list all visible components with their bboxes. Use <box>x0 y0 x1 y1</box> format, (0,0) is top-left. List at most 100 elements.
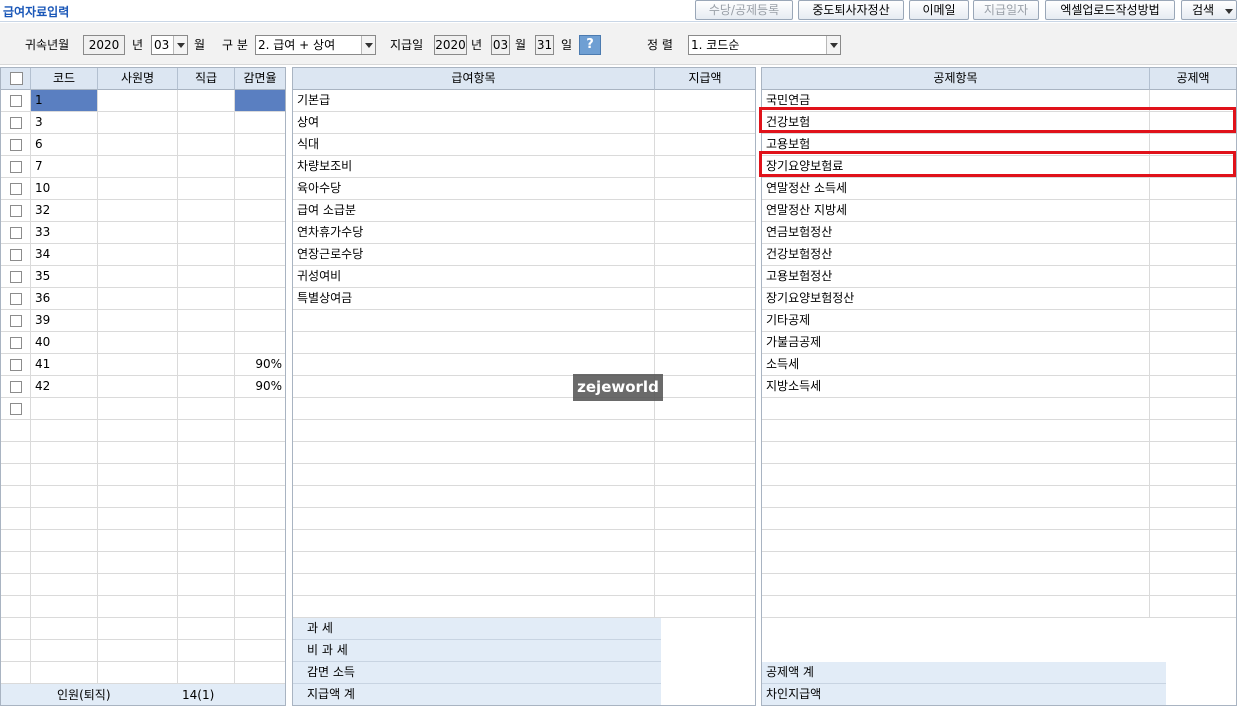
employee-reduction-rate[interactable] <box>235 464 285 486</box>
row-checkbox[interactable] <box>10 293 22 305</box>
employee-rank[interactable] <box>178 156 235 178</box>
row-checkbox[interactable] <box>10 337 22 349</box>
employee-reduction-rate[interactable]: 90% <box>235 376 285 398</box>
row-checkbox[interactable] <box>10 205 22 217</box>
employee-name[interactable] <box>98 596 178 618</box>
employee-rank[interactable] <box>178 596 235 618</box>
employee-name[interactable] <box>98 618 178 640</box>
employee-rank[interactable] <box>178 134 235 156</box>
employee-rank[interactable] <box>178 530 235 552</box>
row-checkbox[interactable] <box>10 381 22 393</box>
employee-rank[interactable] <box>178 200 235 222</box>
employee-name[interactable] <box>98 574 178 596</box>
employee-reduction-rate[interactable]: 90% <box>235 354 285 376</box>
employee-name[interactable] <box>98 530 178 552</box>
employee-reduction-rate[interactable] <box>235 574 285 596</box>
toolbar-button[interactable]: 지급일자 <box>973 0 1039 20</box>
deduction-amount-cell[interactable] <box>1150 244 1236 266</box>
employee-name[interactable] <box>98 508 178 530</box>
select-all-checkbox[interactable] <box>10 72 23 85</box>
employee-code[interactable]: 42 <box>31 376 98 398</box>
employee-code[interactable] <box>31 398 98 420</box>
employee-rank[interactable] <box>178 420 235 442</box>
employee-rank[interactable] <box>178 662 235 684</box>
pay-amount-cell[interactable] <box>655 574 755 596</box>
pay-amount-cell[interactable] <box>655 376 755 398</box>
employee-rank[interactable] <box>178 398 235 420</box>
pay-amount-cell[interactable] <box>655 464 755 486</box>
deduction-amount-cell[interactable] <box>1150 332 1236 354</box>
deduction-amount-cell[interactable] <box>1150 310 1236 332</box>
toolbar-button[interactable]: 중도퇴사자정산 <box>798 0 904 20</box>
employee-name[interactable] <box>98 266 178 288</box>
pay-amount-cell[interactable] <box>655 134 755 156</box>
employee-name[interactable] <box>98 200 178 222</box>
employee-rank[interactable] <box>178 266 235 288</box>
employee-code[interactable]: 7 <box>31 156 98 178</box>
row-checkbox[interactable] <box>10 403 22 415</box>
employee-rank[interactable] <box>178 618 235 640</box>
employee-rank[interactable] <box>178 486 235 508</box>
pay-amount-cell[interactable] <box>655 178 755 200</box>
deduction-amount-cell[interactable] <box>1150 178 1236 200</box>
deduction-amount-cell[interactable] <box>1150 486 1236 508</box>
help-button[interactable]: ? <box>579 35 601 55</box>
pay-year-field[interactable]: 2020 <box>434 35 467 55</box>
pay-amount-cell[interactable] <box>655 552 755 574</box>
deduction-amount-cell[interactable] <box>1150 530 1236 552</box>
employee-rank[interactable] <box>178 464 235 486</box>
employee-code[interactable] <box>31 530 98 552</box>
row-checkbox[interactable] <box>10 359 22 371</box>
employee-reduction-rate[interactable] <box>235 222 285 244</box>
pay-amount-cell[interactable] <box>655 288 755 310</box>
deduction-amount-cell[interactable] <box>1150 574 1236 596</box>
employee-reduction-rate[interactable] <box>235 662 285 684</box>
pay-amount-cell[interactable] <box>655 310 755 332</box>
employee-reduction-rate[interactable] <box>235 266 285 288</box>
employee-code[interactable] <box>31 552 98 574</box>
employee-code[interactable]: 36 <box>31 288 98 310</box>
pay-amount-cell[interactable] <box>655 486 755 508</box>
employee-name[interactable] <box>98 156 178 178</box>
employee-code[interactable]: 40 <box>31 332 98 354</box>
employee-rank[interactable] <box>178 332 235 354</box>
row-checkbox[interactable] <box>10 161 22 173</box>
pay-amount-cell[interactable] <box>655 508 755 530</box>
employee-code[interactable]: 1 <box>31 90 98 112</box>
employee-reduction-rate[interactable] <box>235 508 285 530</box>
deduction-amount-cell[interactable] <box>1150 398 1236 420</box>
pay-amount-cell[interactable] <box>655 420 755 442</box>
sort-select[interactable]: 1. 코드순 <box>688 35 841 55</box>
row-checkbox[interactable] <box>10 315 22 327</box>
employee-name[interactable] <box>98 288 178 310</box>
pay-amount-cell[interactable] <box>655 354 755 376</box>
employee-code[interactable]: 10 <box>31 178 98 200</box>
employee-name[interactable] <box>98 244 178 266</box>
pay-amount-cell[interactable] <box>655 398 755 420</box>
deduction-amount-cell[interactable] <box>1150 288 1236 310</box>
employee-name[interactable] <box>98 486 178 508</box>
deduction-amount-cell[interactable] <box>1150 508 1236 530</box>
employee-code[interactable] <box>31 508 98 530</box>
employee-reduction-rate[interactable] <box>235 596 285 618</box>
employee-reduction-rate[interactable] <box>235 530 285 552</box>
employee-name[interactable] <box>98 178 178 200</box>
deduction-amount-cell[interactable] <box>1150 596 1236 618</box>
employee-rank[interactable] <box>178 640 235 662</box>
employee-code[interactable]: 32 <box>31 200 98 222</box>
employee-code[interactable]: 35 <box>31 266 98 288</box>
employee-rank[interactable] <box>178 178 235 200</box>
employee-code[interactable] <box>31 420 98 442</box>
employee-code[interactable] <box>31 486 98 508</box>
pay-amount-cell[interactable] <box>655 90 755 112</box>
employee-rank[interactable] <box>178 310 235 332</box>
deduction-amount-cell[interactable] <box>1150 442 1236 464</box>
employee-rank[interactable] <box>178 288 235 310</box>
employee-code[interactable] <box>31 574 98 596</box>
employee-rank[interactable] <box>178 574 235 596</box>
employee-reduction-rate[interactable] <box>235 486 285 508</box>
chevron-down-icon[interactable] <box>173 36 187 54</box>
employee-code[interactable] <box>31 662 98 684</box>
employee-name[interactable] <box>98 662 178 684</box>
pay-month-field[interactable]: 03 <box>491 35 510 55</box>
